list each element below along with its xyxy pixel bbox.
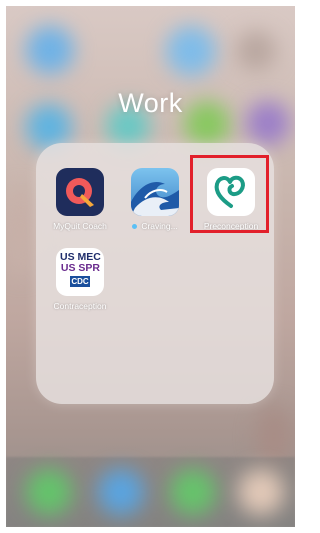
blurred-dock-icon (170, 469, 216, 515)
blurred-dock-icon (238, 469, 284, 515)
blurred-app-icon (236, 31, 276, 71)
blurred-background (6, 186, 36, 276)
blurred-dock-icon (26, 469, 72, 515)
blurred-app-icon (166, 26, 216, 76)
app-label: Craving... (141, 221, 178, 231)
app-craving[interactable]: Craving... (120, 168, 190, 231)
new-badge-dot (132, 224, 138, 230)
dock (6, 457, 295, 527)
icon-text-spr: US SPR (60, 262, 100, 274)
contraception-cdc-icon: US MEC US SPR CDC (56, 248, 104, 296)
blurred-dock-icon (98, 469, 144, 515)
folder-title[interactable]: Work (6, 88, 295, 119)
blurred-app-icon (26, 26, 74, 74)
app-label: Contraception (53, 301, 107, 311)
craving-wave-icon (131, 168, 179, 216)
highlight-box (190, 155, 269, 233)
icon-text: US MEC US SPR CDC (60, 252, 101, 287)
myquit-coach-icon (56, 168, 104, 216)
home-screen: Work MyQuit Coach Craving... Preconcepti… (6, 6, 295, 527)
app-label: MyQuit Coach (53, 221, 107, 231)
app-label-row: Craving... (120, 221, 190, 231)
cdc-badge: CDC (70, 276, 90, 287)
app-myquit-coach[interactable]: MyQuit Coach (45, 168, 115, 231)
app-contraception[interactable]: US MEC US SPR CDC Contraception (45, 248, 115, 311)
